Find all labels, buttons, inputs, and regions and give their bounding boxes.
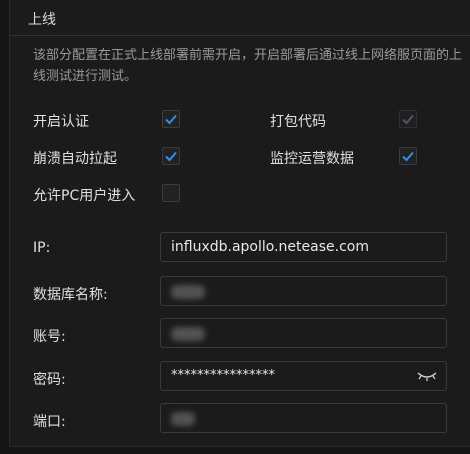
ip-input[interactable]: influxdb.apollo.netease.com [160, 232, 447, 262]
db-name-input[interactable] [160, 276, 447, 306]
section-description: 该部分配置在正式上线部署前需开启，开启部署后通过线上网络服页面的上线测试进行测试… [33, 48, 463, 84]
pack-code-checkbox[interactable] [399, 110, 417, 128]
account-label: 账号: [33, 329, 66, 345]
redacted-value [171, 285, 205, 299]
crash-restart-label: 崩溃自动拉起 [33, 151, 117, 167]
enable-auth-label: 开启认证 [33, 114, 89, 130]
section-title: 上线 [28, 12, 56, 28]
section-divider [9, 35, 470, 36]
monitor-ops-checkbox[interactable] [399, 147, 417, 165]
allow-pc-label: 允许PC用户进入 [33, 188, 136, 204]
enable-auth-checkbox[interactable] [162, 110, 180, 128]
check-icon [402, 114, 414, 125]
ip-label: IP: [33, 240, 51, 256]
port-input[interactable] [160, 403, 447, 433]
db-name-label: 数据库名称: [33, 287, 108, 303]
crash-restart-checkbox[interactable] [162, 147, 180, 165]
allow-pc-checkbox[interactable] [162, 184, 180, 202]
password-value: **************** [171, 368, 275, 383]
monitor-ops-label: 监控运营数据 [270, 151, 354, 167]
account-input[interactable] [160, 318, 447, 348]
check-icon [165, 114, 177, 125]
password-input[interactable]: **************** [160, 361, 447, 391]
port-label: 端口: [33, 414, 66, 430]
password-label: 密码: [33, 372, 66, 388]
check-icon [165, 151, 177, 162]
eye-closed-icon[interactable] [416, 370, 438, 382]
pack-code-label: 打包代码 [270, 114, 326, 130]
redacted-value [171, 412, 195, 426]
check-icon [402, 151, 414, 162]
redacted-value [171, 327, 205, 341]
